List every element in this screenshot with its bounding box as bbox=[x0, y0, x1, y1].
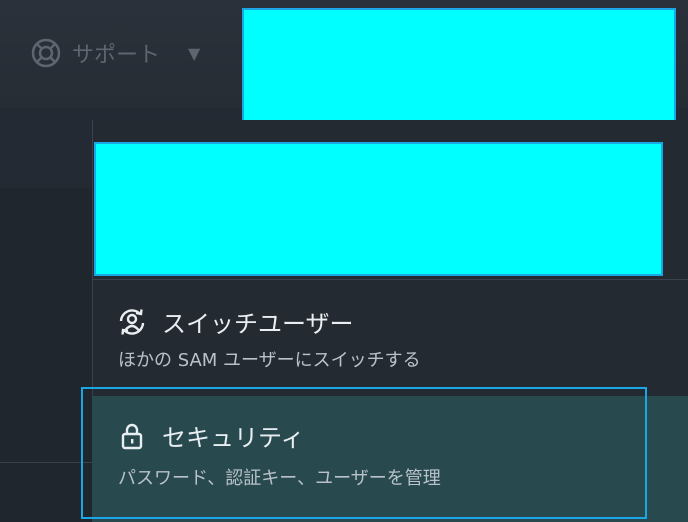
menu-item-header: セキュリティ bbox=[116, 418, 305, 453]
support-menu-button[interactable]: サポート ▼ bbox=[30, 36, 200, 70]
divider bbox=[0, 462, 96, 463]
switch-user-icon bbox=[119, 308, 145, 335]
lock-icon bbox=[121, 423, 143, 449]
menu-item-title: セキュリティ bbox=[162, 424, 305, 452]
redacted-region bbox=[94, 142, 663, 276]
lifebuoy-icon bbox=[31, 38, 61, 68]
redacted-region bbox=[242, 8, 676, 126]
chevron-down-icon: ▼ bbox=[188, 43, 201, 63]
support-label: サポート bbox=[72, 43, 161, 68]
menu-item-description: ほかの SAM ユーザーにスイッチする bbox=[118, 350, 421, 371]
menu-item-description: パスワード、認証キー、ユーザーを管理 bbox=[118, 468, 441, 489]
menu-item-header: スイッチユーザー bbox=[116, 304, 354, 339]
menu-item-switch-user[interactable]: スイッチユーザー ほかの SAM ユーザーにスイッチする bbox=[92, 280, 688, 390]
menu-item-title: スイッチユーザー bbox=[162, 310, 354, 338]
menu-item-security[interactable]: セキュリティ パスワード、認証キー、ユーザーを管理 bbox=[92, 396, 688, 522]
